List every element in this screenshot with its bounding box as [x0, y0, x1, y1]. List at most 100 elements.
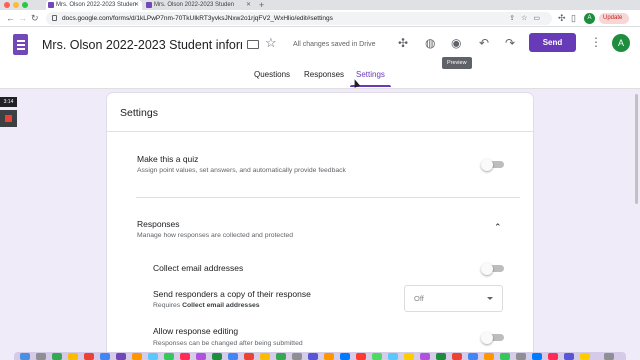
app-icon[interactable] [580, 353, 590, 360]
customize-theme-palette-icon[interactable]: ◍ [425, 36, 435, 50]
app-icon[interactable] [420, 353, 430, 360]
trash-icon[interactable] [604, 353, 614, 360]
app-icon[interactable] [404, 353, 414, 360]
app-icon[interactable] [532, 353, 542, 360]
app-icon[interactable] [548, 353, 558, 360]
app-icon[interactable] [164, 353, 174, 360]
settings-heading: Settings [120, 107, 158, 119]
recording-timer: 3:14 [0, 97, 17, 107]
quiz-setting-title: Make this a quiz [137, 154, 199, 164]
browser-tab-title: Mrs. Olson 2022-2023 Studen [154, 2, 235, 8]
chevron-up-icon[interactable]: ⌃ [494, 222, 502, 233]
more-options-icon[interactable]: ⋮ [590, 35, 602, 49]
app-icon[interactable] [228, 353, 238, 360]
extensions-puzzle-icon[interactable]: ✣ [558, 12, 566, 24]
allow-edit-title: Allow response editing [153, 326, 239, 336]
tab-questions[interactable]: Questions [254, 70, 290, 79]
app-icon[interactable] [372, 353, 382, 360]
close-tab-icon[interactable]: ✕ [134, 0, 139, 10]
addons-puzzle-icon[interactable]: ✣ [398, 36, 408, 50]
app-icon[interactable] [468, 353, 478, 360]
star-icon[interactable]: ☆ [265, 35, 277, 51]
send-button[interactable]: Send [529, 33, 576, 52]
close-window-button[interactable] [4, 2, 10, 8]
quiz-setting-description: Assign point values, set answers, and au… [137, 167, 346, 174]
stop-icon [5, 115, 12, 122]
app-icon[interactable] [260, 353, 270, 360]
minimize-window-button[interactable] [13, 2, 19, 8]
app-icon[interactable] [500, 353, 510, 360]
app-icon[interactable] [388, 353, 398, 360]
maximize-window-button[interactable] [22, 2, 28, 8]
app-icon[interactable] [516, 353, 526, 360]
app-icon[interactable] [84, 353, 94, 360]
browser-tab-forms-active[interactable]: Mrs. Olson 2022-2023 Studen ✕ [46, 0, 142, 10]
allow-edit-toggle[interactable] [481, 331, 504, 344]
app-icon[interactable] [180, 353, 190, 360]
lock-icon [52, 15, 57, 21]
divider [136, 197, 520, 198]
page-scrollbar[interactable] [634, 90, 639, 352]
window-icon[interactable]: ▭ [533, 15, 546, 22]
browser-toolbar: ← → ↻ docs.google.com/forms/d/1kLPwP7nm-… [0, 10, 640, 27]
app-icon[interactable] [212, 353, 222, 360]
scrollbar-thumb[interactable] [635, 94, 638, 204]
redo-icon[interactable]: ↷ [505, 36, 515, 50]
app-icon[interactable] [100, 353, 110, 360]
omnibox-actions: ⇪☆▭ [509, 12, 546, 25]
account-avatar[interactable]: A [612, 34, 630, 52]
app-icon[interactable] [148, 353, 158, 360]
preview-eye-icon[interactable]: ◉ [451, 36, 461, 50]
new-tab-button[interactable]: + [259, 0, 264, 10]
reload-icon[interactable]: ↻ [31, 12, 39, 24]
app-icon[interactable] [292, 353, 302, 360]
sidebar-icon[interactable]: ▯ [571, 12, 576, 24]
app-icon[interactable] [68, 353, 78, 360]
quiz-toggle[interactable] [481, 158, 504, 171]
divider [107, 131, 533, 132]
app-icon[interactable] [324, 353, 334, 360]
app-icon[interactable] [276, 353, 286, 360]
browser-tab-title: Mrs. Olson 2022-2023 Studen [56, 2, 137, 8]
app-icon[interactable] [116, 353, 126, 360]
app-icon[interactable] [564, 353, 574, 360]
app-icon[interactable] [356, 353, 366, 360]
finder-icon[interactable] [20, 353, 30, 360]
launchpad-icon[interactable] [36, 353, 46, 360]
move-to-folder-icon[interactable] [247, 40, 259, 49]
dock [14, 352, 626, 360]
app-icon[interactable] [436, 353, 446, 360]
collect-email-toggle[interactable] [481, 262, 504, 275]
update-button[interactable]: Update [599, 13, 629, 24]
google-forms-logo-icon[interactable] [13, 34, 28, 55]
app-icon[interactable] [452, 353, 462, 360]
app-icon[interactable] [340, 353, 350, 360]
close-tab-icon[interactable]: ✕ [246, 0, 251, 10]
tab-responses[interactable]: Responses [304, 70, 344, 79]
browser-tab-forms[interactable]: Mrs. Olson 2022-2023 Studen ✕ [144, 0, 254, 10]
app-icon[interactable] [484, 353, 494, 360]
url-text: docs.google.com/forms/d/1kLPwP7nm-70TkUI… [62, 15, 333, 22]
responses-section-description: Manage how responses are collected and p… [137, 232, 294, 239]
forward-arrow-icon[interactable]: → [18, 12, 27, 24]
undo-icon[interactable]: ↶ [479, 36, 489, 50]
send-copy-selected-value: Off [414, 294, 424, 303]
app-icon[interactable] [132, 353, 142, 360]
send-copy-description: Requires Collect email addresses [153, 302, 260, 309]
responses-section-title[interactable]: Responses [137, 219, 180, 229]
address-bar[interactable]: docs.google.com/forms/d/1kLPwP7nm-70TkUI… [46, 12, 552, 25]
back-arrow-icon[interactable]: ← [6, 12, 15, 24]
forms-header: Mrs. Olson 2022-2023 Student information… [0, 27, 640, 89]
bookmark-star-icon[interactable]: ☆ [521, 15, 533, 22]
app-icon[interactable] [196, 353, 206, 360]
stop-recording-button[interactable] [0, 110, 17, 127]
profile-avatar-icon[interactable]: A [584, 13, 595, 24]
tab-settings[interactable]: Settings [356, 70, 385, 79]
send-copy-select[interactable]: Off [404, 285, 503, 312]
google-forms-favicon-icon [48, 2, 54, 8]
app-icon[interactable] [308, 353, 318, 360]
app-icon[interactable] [52, 353, 62, 360]
share-icon[interactable]: ⇪ [509, 15, 521, 22]
form-title[interactable]: Mrs. Olson 2022-2023 Student information… [42, 38, 242, 52]
app-icon[interactable] [244, 353, 254, 360]
